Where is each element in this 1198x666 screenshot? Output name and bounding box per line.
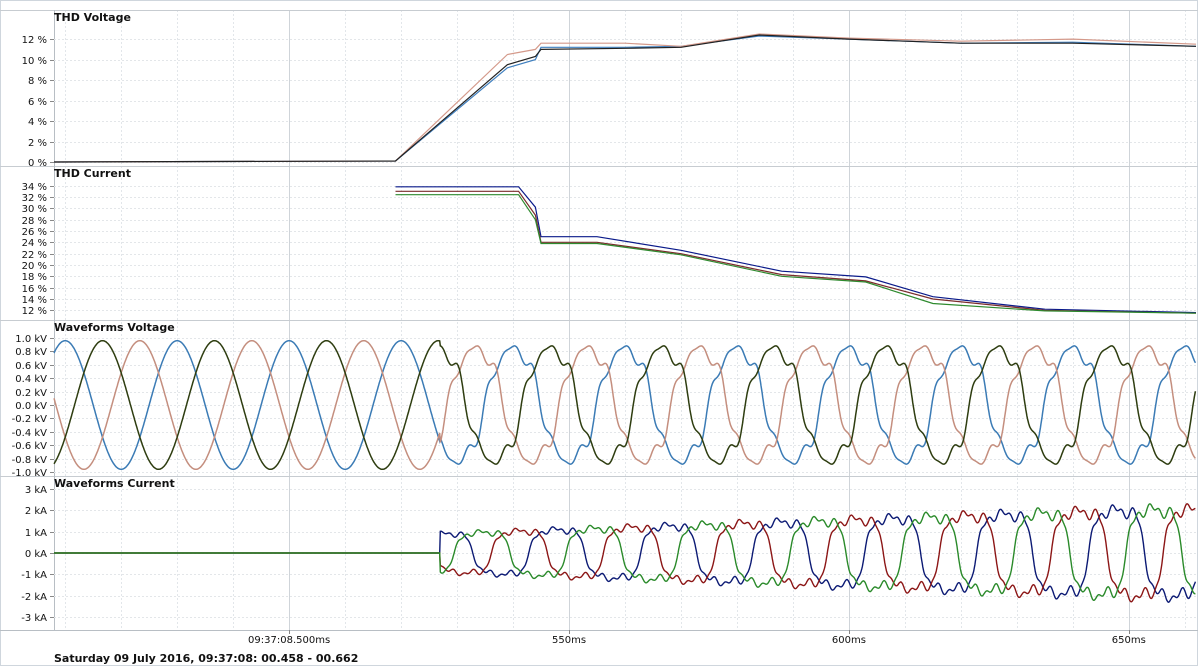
y-tick-label: 20 % (22, 261, 47, 272)
x-tick-label: 09:37:08.500ms (248, 635, 330, 646)
y-tick-label: 12 % (22, 306, 47, 317)
y-tick-label: 24 % (22, 238, 47, 249)
y-tick-label: -2 kA (21, 592, 47, 603)
voltage-wave-phase-c (53, 339, 1197, 471)
panel-title: Waveforms Current (54, 477, 175, 490)
y-tick-label: -3 kA (21, 613, 47, 624)
panel-waveforms-voltage: Waveforms Voltage 1.0 kV 0.8 kV 0.6 kV 0.4 k… (0, 320, 1198, 479)
y-tick-label: -0.8 kV (12, 455, 47, 466)
series-line-phase-a (395, 186, 1197, 314)
y-tick-label: 0.2 kV (15, 388, 47, 399)
y-tick-label: 0.0 kV (15, 401, 47, 412)
panel-thd-voltage: THD Voltage 0 % 2 % 4 % 6 % 8 % 10 % 12 % (0, 10, 1198, 169)
y-tick-label: 0.8 kV (15, 347, 47, 358)
y-tick-label: -0.6 kV (12, 441, 47, 452)
y-tick-label: -1 kA (21, 570, 47, 581)
y-tick-label: 0 kA (25, 549, 47, 560)
panel-title: Waveforms Voltage (54, 321, 175, 334)
time-range-footer: Saturday 09 July 2016, 09:37:08: 00.458 … (54, 652, 359, 665)
panel-title: THD Current (54, 167, 131, 180)
y-tick-label: 3 kA (25, 485, 47, 496)
panel-thd-current: THD Current12 %14 %16 %18 %20 %22 %24 %2… (0, 166, 1198, 320)
y-tick-label: 16 % (22, 284, 47, 295)
y-tick-label: 34 % (22, 182, 47, 193)
y-tick-label: 26 % (22, 227, 47, 238)
y-tick-label: 8 % (28, 76, 47, 87)
voltage-wave-phase-b (53, 339, 1196, 471)
y-tick-label: 12 % (22, 35, 47, 46)
plot-area (395, 186, 1197, 314)
panel-title: THD Voltage (54, 11, 131, 24)
y-tick-label: -1.0 kV (12, 468, 47, 479)
y-tick-label: 1 kA (25, 528, 47, 539)
y-tick-label: 2 % (28, 138, 47, 149)
chart-canvas[interactable]: THD Voltage 0 % 2 % 4 % 6 % 8 % 10 % 12 % THD Cu… (0, 0, 1198, 666)
y-tick-label: 18 % (22, 272, 47, 283)
power-quality-viewer: THD Voltage 0 % 2 % 4 % 6 % 8 % 10 % 12 % THD Cu… (0, 0, 1198, 666)
series-line-phase-b (395, 190, 1197, 314)
plot-area (53, 339, 1197, 471)
y-tick-label: 10 % (22, 56, 47, 67)
y-tick-label: 32 % (22, 193, 47, 204)
y-tick-label: -0.2 kV (12, 414, 47, 425)
y-tick-label: -0.4 kV (12, 428, 47, 439)
y-tick-label: 14 % (22, 295, 47, 306)
x-tick-label: 550ms (552, 635, 586, 646)
outer-frame (0, 0, 1198, 666)
x-tick-label: 650ms (1112, 635, 1146, 646)
panel-waveforms-current: Waveforms Current 3 kA 2 kA 1 kA 0 kA -1 kA -2… (0, 476, 1198, 630)
x-axis: 09:37:08.500ms 550ms 600ms 650ms (0, 630, 1198, 646)
y-tick-label: 22 % (22, 250, 47, 261)
voltage-wave-phase-a (53, 339, 1197, 471)
y-tick-label: 4 % (28, 117, 47, 128)
plot-area (54, 503, 1197, 603)
series-line-phase-c (395, 194, 1197, 314)
current-wave-phase-c (54, 503, 1196, 601)
y-tick-label: 30 % (22, 204, 47, 215)
x-tick-label: 600ms (832, 635, 866, 646)
y-tick-label: 0.4 kV (15, 374, 47, 385)
y-tick-label: 0.6 kV (15, 361, 47, 372)
y-tick-label: 1.0 kV (15, 334, 47, 345)
y-tick-label: 6 % (28, 97, 47, 108)
y-tick-label: 28 % (22, 216, 47, 227)
y-tick-label: 2 kA (25, 506, 47, 517)
y-tick-label: 0 % (28, 158, 47, 169)
